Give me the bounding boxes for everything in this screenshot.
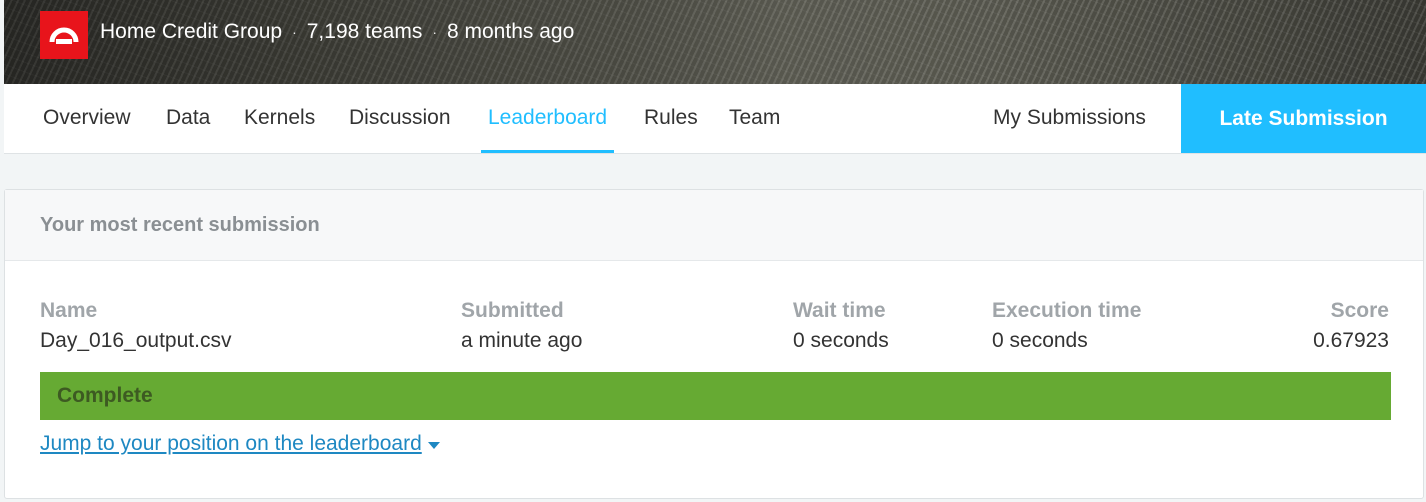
wait-time-column: Wait time 0 seconds [793, 296, 889, 356]
jump-link-text[interactable]: Jump to your position on the leaderboard [40, 432, 422, 456]
competition-tab-bar: Overview Data Kernels Discussion Leaderb… [4, 84, 1426, 154]
score-column: Score 0.67923 [1313, 296, 1389, 356]
panel-title: Your most recent submission [5, 190, 1423, 261]
separator-dot: · [432, 24, 437, 40]
time-ago: 8 months ago [447, 20, 575, 43]
organization-logo[interactable] [40, 11, 88, 59]
tab-rules[interactable]: Rules [644, 84, 698, 153]
jump-to-leaderboard-link[interactable]: Jump to your position on the leaderboard [40, 432, 440, 456]
competition-banner: Home Credit Group · 7,198 teams · 8 mont… [4, 0, 1426, 84]
score-value: 0.67923 [1313, 329, 1389, 352]
name-label: Name [40, 299, 98, 322]
submission-name-column: Name Day_016_output.csv [40, 296, 231, 356]
tab-data[interactable]: Data [166, 84, 210, 153]
tab-team[interactable]: Team [729, 84, 780, 153]
competition-meta: Home Credit Group · 7,198 teams · 8 mont… [100, 20, 574, 44]
submitted-label: Submitted [461, 299, 564, 322]
score-label: Score [1330, 299, 1389, 322]
status-text: Complete [57, 384, 153, 407]
file-name: Day_016_output.csv [40, 329, 232, 352]
tab-leaderboard[interactable]: Leaderboard [481, 84, 615, 153]
home-credit-logo-icon [49, 27, 79, 44]
tab-kernels[interactable]: Kernels [244, 84, 315, 153]
execution-time-label: Execution time [992, 299, 1142, 322]
tab-overview[interactable]: Overview [43, 84, 131, 153]
my-submissions-link[interactable]: My Submissions [993, 84, 1146, 153]
organization-name[interactable]: Home Credit Group [100, 20, 282, 44]
submitted-value: a minute ago [461, 329, 583, 352]
separator-dot: · [292, 24, 297, 40]
tab-discussion[interactable]: Discussion [349, 84, 451, 153]
execution-time-value: 0 seconds [992, 329, 1088, 352]
caret-down-icon[interactable] [427, 432, 440, 456]
wait-time-value: 0 seconds [793, 329, 889, 352]
wait-time-label: Wait time [793, 299, 886, 322]
teams-count: 7,198 teams [306, 20, 423, 43]
status-bar: Complete [40, 372, 1391, 420]
submitted-column: Submitted a minute ago [461, 296, 582, 356]
recent-submission-panel: Your most recent submission Name Day_016… [4, 189, 1424, 499]
late-submission-button[interactable]: Late Submission [1181, 84, 1426, 153]
execution-time-column: Execution time 0 seconds [992, 296, 1141, 356]
